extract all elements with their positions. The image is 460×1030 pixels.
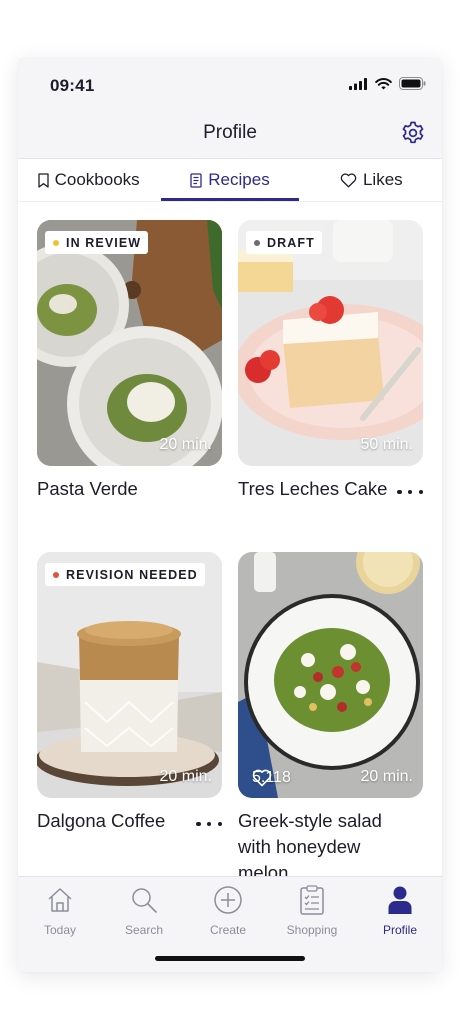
nav-profile[interactable]: Profile xyxy=(358,883,442,937)
tab-likes[interactable]: Likes xyxy=(301,159,442,201)
status-badge: IN REVIEW xyxy=(45,231,149,254)
settings-gear-icon[interactable] xyxy=(400,120,426,146)
recipe-photo: 5.118 20 min. xyxy=(238,552,423,798)
status-bar: 09:41 xyxy=(18,58,442,110)
nav-search[interactable]: Search xyxy=(102,883,186,937)
nav-shopping-label: Shopping xyxy=(286,923,338,937)
shopping-list-icon xyxy=(300,885,324,915)
recipe-duration: 20 min. xyxy=(159,436,212,453)
status-dot xyxy=(53,239,59,246)
heart-outline-icon xyxy=(252,769,272,787)
nav-today[interactable]: Today xyxy=(18,883,102,937)
battery-icon xyxy=(399,77,426,90)
phone-screen: 09:41 Profile Cookbooks Recipes Likes IN… xyxy=(18,58,442,972)
recipe-duration: 50 min. xyxy=(360,436,413,453)
profile-tabs: Cookbooks Recipes Likes xyxy=(18,158,442,202)
likes-count: 5.118 xyxy=(252,769,291,787)
plus-circle-icon xyxy=(214,886,242,914)
recipe-book-icon xyxy=(190,172,202,188)
recipe-card[interactable]: REVISION NEEDED 20 min. Dalgona Coffee xyxy=(37,552,222,834)
tab-cookbooks[interactable]: Cookbooks xyxy=(18,159,159,201)
home-icon xyxy=(48,888,72,912)
profile-icon xyxy=(388,886,412,914)
recipe-title: Pasta Verde xyxy=(37,478,138,499)
search-icon xyxy=(132,888,157,913)
recipe-duration: 20 min. xyxy=(360,768,413,785)
recipe-card[interactable]: IN REVIEW 20 min. Pasta Verde xyxy=(37,220,222,502)
bottom-tab-bar: Today Search Create Shopping Profile xyxy=(18,876,442,972)
status-badge-label: DRAFT xyxy=(267,235,315,250)
recipe-duration: 20 min. xyxy=(159,768,212,785)
recipe-grid: IN REVIEW 20 min. Pasta Verde DRAFT 50 m… xyxy=(18,202,442,876)
navigation-header: Profile xyxy=(18,110,442,158)
tab-recipes-label: Recipes xyxy=(208,170,270,189)
recipe-title: Tres Leches Cake xyxy=(238,478,388,499)
home-indicator xyxy=(155,956,305,961)
nav-search-label: Search xyxy=(124,923,164,937)
recipe-card[interactable]: DRAFT 50 min. Tres Leches Cake xyxy=(238,220,423,502)
tab-likes-label: Likes xyxy=(362,170,403,189)
tab-recipes[interactable]: Recipes xyxy=(159,159,300,201)
status-icons xyxy=(349,77,426,90)
status-badge: REVISION NEEDED xyxy=(45,563,205,586)
nav-shopping[interactable]: Shopping xyxy=(270,883,354,937)
status-badge-label: IN REVIEW xyxy=(66,235,142,250)
wifi-icon xyxy=(375,77,392,89)
nav-profile-label: Profile xyxy=(382,923,417,937)
recipe-photo: REVISION NEEDED 20 min. xyxy=(37,552,222,798)
recipe-photo: DRAFT 50 min. xyxy=(238,220,423,466)
recipe-card[interactable]: 5.118 20 min. Greek-style salad with hon… xyxy=(238,552,423,876)
status-time: 09:41 xyxy=(50,76,95,95)
bookmark-icon xyxy=(37,172,49,188)
recipe-title: Greek-style salad with honeydew melon xyxy=(238,810,382,876)
nav-today-label: Today xyxy=(43,923,77,937)
nav-create[interactable]: Create xyxy=(186,883,270,937)
more-options-icon[interactable] xyxy=(397,485,423,499)
nav-create-label: Create xyxy=(209,923,247,937)
tab-cookbooks-label: Cookbooks xyxy=(54,170,140,189)
status-dot xyxy=(53,571,59,578)
signal-icon xyxy=(349,77,367,90)
page-title: Profile xyxy=(203,122,257,143)
recipe-title: Dalgona Coffee xyxy=(37,810,166,831)
recipe-photo: IN REVIEW 20 min. xyxy=(37,220,222,466)
more-options-icon[interactable] xyxy=(196,817,222,831)
heart-icon xyxy=(340,172,357,187)
status-badge-label: REVISION NEEDED xyxy=(66,567,198,582)
status-badge: DRAFT xyxy=(246,231,322,254)
status-dot xyxy=(254,239,260,246)
